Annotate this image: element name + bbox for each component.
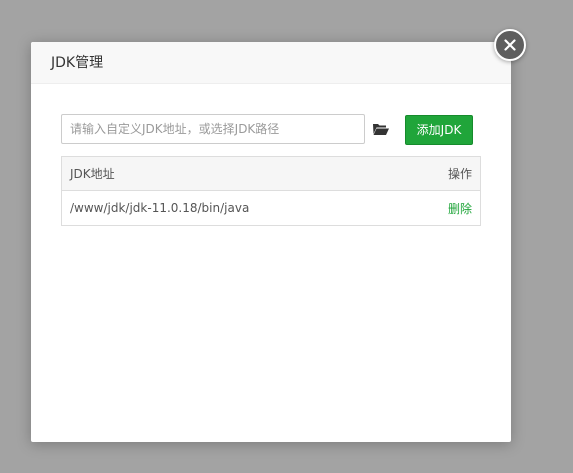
folder-open-icon[interactable] [372,121,390,137]
jdk-path-input[interactable] [61,114,365,144]
table-row: /www/jdk/jdk-11.0.18/bin/java 删除 [62,191,481,226]
jdk-toolbar: 添加JDK [61,114,481,146]
action-cell: 删除 [409,191,481,226]
add-jdk-button[interactable]: 添加JDK [405,115,473,145]
column-header-jdk-path: JDK地址 [61,156,409,191]
jdk-path-cell: /www/jdk/jdk-11.0.18/bin/java [70,201,250,215]
column-header-action: 操作 [408,156,481,191]
table-header-row: JDK地址 操作 [61,156,481,191]
jdk-table: JDK地址 操作 /www/jdk/jdk-11.0.18/bin/java 删… [61,156,481,226]
jdk-management-dialog: JDK管理 添加JDK JDK地址 操作 /www/jdk/jdk-11.0.1… [31,29,526,442]
dialog-title: JDK管理 [51,55,104,71]
dialog-header: JDK管理 [31,42,511,84]
close-icon [504,39,516,51]
delete-link[interactable]: 删除 [448,202,472,216]
close-button[interactable] [494,29,526,61]
